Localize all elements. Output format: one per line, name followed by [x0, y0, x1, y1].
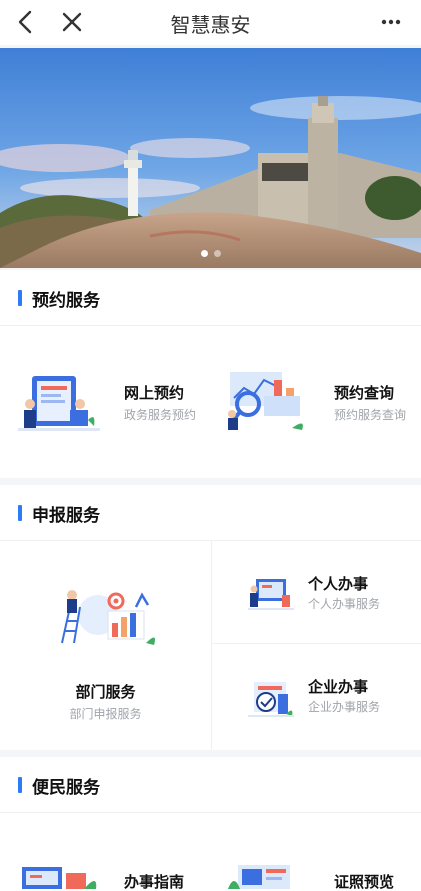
booking-query-card[interactable]: 预约查询 预约服务查询	[210, 326, 421, 478]
dept-service-card[interactable]: 部门服务 部门申报服务	[0, 541, 211, 750]
section-accent-bar	[18, 777, 22, 793]
service-guide-card[interactable]: 办事指南	[0, 813, 210, 891]
banner-carousel[interactable]	[0, 48, 421, 268]
online-booking-card[interactable]: 网上预约 政务服务预约	[0, 326, 210, 478]
section-title: 便民服务	[32, 778, 100, 798]
carousel-dots	[0, 242, 421, 257]
booking-query-subtitle: 预约服务查询	[334, 408, 407, 422]
dept-service-icon	[61, 590, 155, 645]
enterprise-affairs-card[interactable]: 企业办事 企业办事服务	[212, 644, 421, 750]
personal-affairs-subtitle: 个人办事服务	[308, 597, 381, 611]
enterprise-affairs-title: 企业办事	[308, 678, 369, 696]
booking-section-header: 预约服务	[0, 270, 421, 326]
report-section: 申报服务 部门服务 部门申报服务 个人办事 个人办事服务 企业办事 企业办事服务	[0, 485, 421, 750]
section-accent-bar	[18, 505, 22, 521]
section-title: 预约服务	[32, 291, 100, 311]
booking-query-icon	[228, 372, 303, 430]
convenience-section: 便民服务 办事指南 证照预览	[0, 757, 421, 891]
booking-section: 预约服务 网上预约 政务服务预约 预约查询 预约服务查询	[0, 270, 421, 478]
carousel-dot-1[interactable]	[200, 250, 208, 257]
enterprise-affairs-icon	[248, 682, 294, 717]
service-guide-title: 办事指南	[124, 873, 185, 891]
top-bar: 智慧惠安	[0, 0, 421, 45]
online-booking-title: 网上预约	[124, 384, 185, 402]
booking-query-title: 预约查询	[334, 384, 395, 402]
more-options-icon[interactable]	[375, 6, 407, 38]
section-accent-bar	[18, 290, 22, 306]
license-preview-card[interactable]: 证照预览	[210, 813, 421, 891]
dept-service-title: 部门服务	[75, 683, 136, 701]
service-guide-icon	[22, 867, 97, 889]
section-title: 申报服务	[32, 506, 100, 526]
personal-affairs-title: 个人办事	[308, 575, 369, 593]
personal-affairs-icon	[248, 579, 294, 610]
online-booking-icon	[18, 376, 100, 431]
dept-service-subtitle: 部门申报服务	[69, 707, 142, 721]
carousel-dot-2[interactable]	[213, 250, 221, 257]
license-preview-title: 证照预览	[334, 873, 395, 891]
banner-image	[0, 48, 421, 268]
enterprise-affairs-subtitle: 企业办事服务	[308, 700, 381, 714]
convenience-section-header: 便民服务	[0, 757, 421, 813]
page-title: 智慧惠安	[170, 13, 251, 37]
online-booking-subtitle: 政务服务预约	[124, 408, 197, 422]
report-section-header: 申报服务	[0, 485, 421, 541]
license-preview-icon	[228, 865, 290, 889]
personal-affairs-card[interactable]: 个人办事 个人办事服务	[212, 541, 421, 643]
